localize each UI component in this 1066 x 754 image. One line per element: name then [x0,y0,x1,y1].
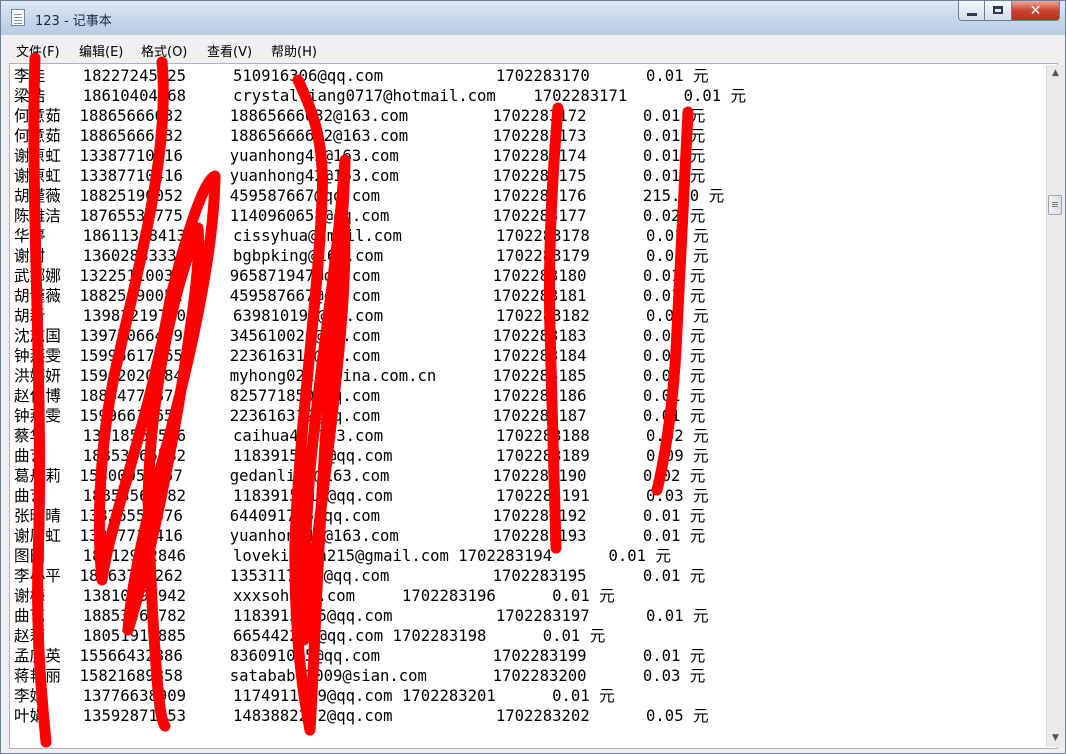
notepad-window: 123 - 记事本 ✕ 文件(F) 编辑(E) 格式(O) 查看(V) 帮助(H… [0,0,1066,754]
menu-bar: 文件(F) 编辑(E) 格式(O) 查看(V) 帮助(H) [2,35,1065,63]
text-line: 赵莉 18051917885 665442226@qq.com 17022831… [14,627,606,645]
text-line: 武娜娜 13225110035 965871947@qq.com 1702283… [14,267,706,285]
menu-edit[interactable]: 编辑(E) [79,41,123,60]
menu-format[interactable]: 格式(O) [141,41,187,60]
text-line: 蔡华 13818565596 caihua45@163.com 17022831… [14,427,709,445]
notepad-icon [11,9,25,26]
text-line: 华婷 18611388413 cissyhua@gmail.com 170228… [14,227,709,245]
menu-view[interactable]: 查看(V) [207,41,252,60]
text-line: 曲艺 18853565782 1183915715@qq.com 1702283… [14,447,709,465]
window-controls: ✕ [958,1,1060,23]
text-line: 何意茹 18865666632 18865666632@163.com 1702… [14,107,706,125]
text-line: 谢原虹 13387710416 yuanhong42@163.com 17022… [14,527,706,545]
close-button[interactable]: ✕ [1012,1,1060,21]
vertical-scrollbar[interactable]: ▲ ▼ [1046,65,1064,747]
text-line: 李娟 13776638909 1174911119@qq.com 1702283… [14,687,615,705]
scroll-up-icon[interactable]: ▲ [1047,65,1064,82]
text-line: 胡新 13982219710 639810190@qq.com 17022831… [14,307,709,325]
text-line: 张晓晴 13826551376 644091765@qq.com 1702283… [14,507,706,525]
menu-help[interactable]: 帮助(H) [271,41,317,60]
scroll-thumb[interactable] [1048,195,1062,215]
text-line: 葛丹莉 15800057957 gedanli09@163.com 170228… [14,467,706,485]
text-line: 钟燕雯 15996617765 223616312@qq.com 1702283… [14,347,706,365]
maximize-icon [993,6,1003,14]
text-line: 钟燕雯 15996617655 223616312@qq.com 1702283… [14,407,706,425]
text-line: 孟庆英 15566432886 836091055@qq.com 1702283… [14,647,706,665]
text-line: 蒋艳丽 15821689858 satababy2009@sian.com 17… [14,667,706,685]
minimize-icon [967,13,977,16]
text-line: 梁浩 18610404268 crystalliang0717@hotmail.… [14,87,747,105]
text-line: 赵仁博 18834778878 825771850@qq.com 1702283… [14,387,706,405]
maximize-button[interactable] [985,1,1012,21]
text-line: 洪婷妍 15902020984 myhong0213@sina.com.cn 1… [14,367,706,385]
window-title: 123 - 记事本 [35,14,112,29]
text-line: 谢原虹 13387710416 yuanhong42@163.com 17022… [14,147,706,165]
text-line: 李小平 18063738262 1353117575@qq.com 170228… [14,567,706,585]
text-line: 李佳 18227245025 510916306@qq.com 17022831… [14,67,709,85]
text-line: 谢原虹 13387710416 yuanhong42@163.com 17022… [14,167,706,185]
menu-file[interactable]: 文件(F) [16,41,60,60]
text-editor[interactable]: 李佳 18227245025 510916306@qq.com 17022831… [9,63,1058,749]
text-line: 谢梅 13810599942 xxxsohusn.com 1702283196 … [14,587,615,605]
text-line: 图田 18612972846 lovekitten215@gmail.com 1… [14,547,672,565]
minimize-button[interactable] [958,1,985,21]
text-line: 叶娟 13592871553 1483882202@qq.com 1702283… [14,707,709,725]
text-line: 胡谨薇 18825190052 459587667@qq.com 1702283… [14,287,706,305]
scroll-down-icon[interactable]: ▼ [1047,730,1064,747]
title-bar[interactable]: 123 - 记事本 ✕ [1,1,1065,35]
text-line: 谢尉 13602883330 bgbpking@163.com 17022831… [14,247,709,265]
text-line: 陈雅洁 18765538775 1140960658@qq.com 170228… [14,207,706,225]
close-icon: ✕ [1029,3,1042,19]
text-line: 沈志国 13977066409 345610020@qq.com 1702283… [14,327,706,345]
text-line: 胡谨薇 18825190052 459587667@qq.com 1702283… [14,187,725,205]
text-line: 曲艺 18853565782 1183915715@qq.com 1702283… [14,607,709,625]
text-line: 何意茹 18865666632 18865666632@163.com 1702… [14,127,706,145]
text-line: 曲艺 18853565782 1183915715@qq.com 1702283… [14,487,709,505]
